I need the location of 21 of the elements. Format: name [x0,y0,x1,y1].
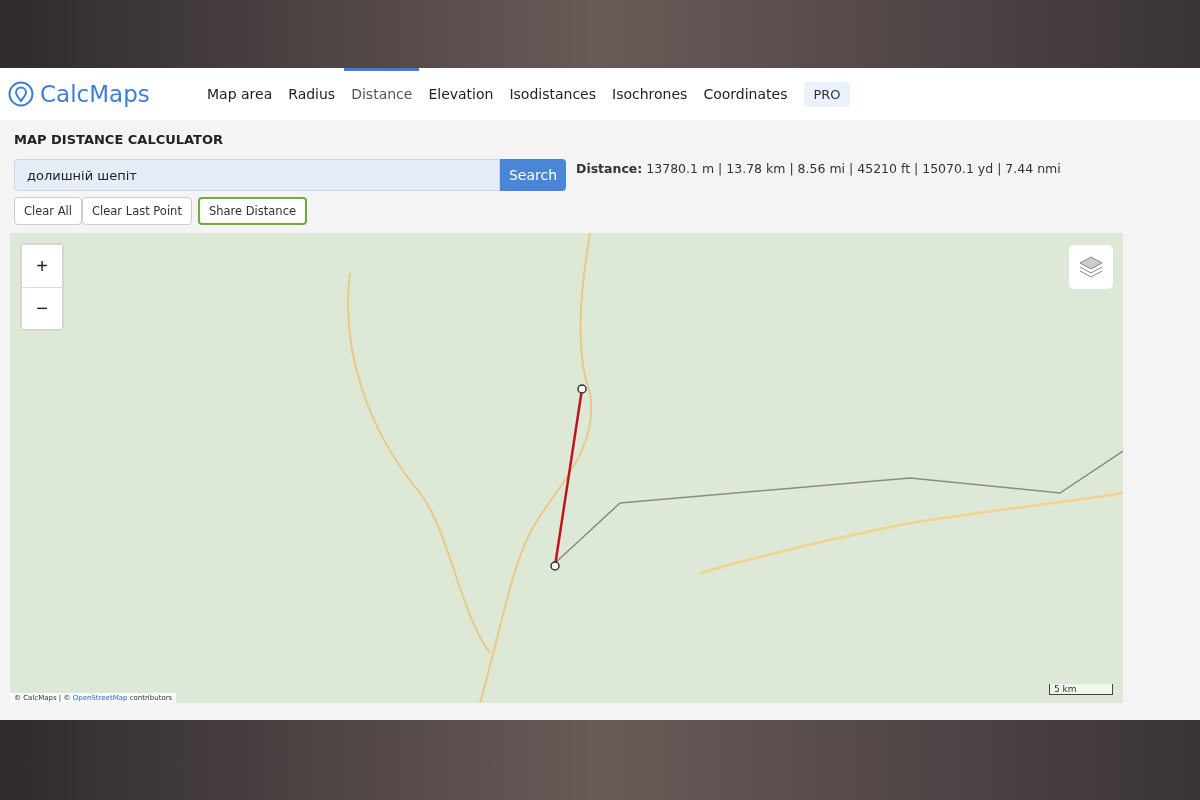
nav-tab[interactable]: Isochrones [605,68,695,120]
scale-bar: 5 km [1049,684,1113,695]
nav-tab[interactable]: Isodistances [502,68,604,120]
pro-link[interactable]: PRO [804,81,850,107]
nav-tab[interactable]: Elevation [421,68,501,120]
logo-text: CalcMaps [40,81,150,107]
nav-tab[interactable]: Radius [281,68,343,120]
search-field[interactable]: долишній шепіт [14,159,500,191]
share-button[interactable]: Share Distance [197,197,308,225]
search-button[interactable]: Search [500,159,566,191]
layers-icon [1078,255,1104,279]
clear-button[interactable]: Clear All [14,197,82,225]
distance-readout: Distance: 13780.1 m | 13.78 km | 8.56 mi | 45210 ft | 15070.1 yd | 7.44 nmi [576,160,1061,176]
page-title: MAP DISTANCE CALCULATOR [13,132,225,147]
zoom-out-button[interactable]: − [22,287,62,329]
nav-tab[interactable]: Coordinates [696,68,795,120]
pin-logo-icon [8,81,34,107]
layers-button[interactable] [1069,245,1113,289]
nav-tab[interactable]: Map area [200,68,280,120]
clear-button[interactable]: Clear Last Point [82,197,192,225]
nav-tab[interactable]: Distance [344,68,420,120]
